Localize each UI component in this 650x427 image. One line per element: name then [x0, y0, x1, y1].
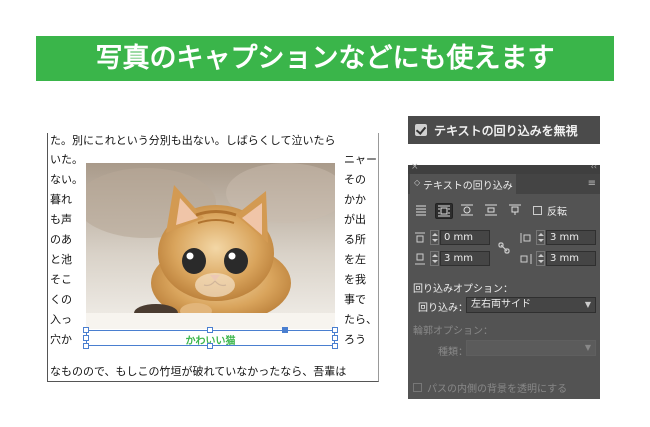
resize-handle[interactable] [207, 343, 213, 349]
invert-checkbox[interactable] [533, 206, 542, 215]
ignore-wrap-option[interactable]: テキストの回り込みを無視 [408, 116, 600, 144]
jump-object-button[interactable] [483, 203, 499, 217]
kitten-photo[interactable] [86, 163, 335, 329]
doc-right-line: その [344, 173, 366, 186]
contour-options-label: 輪郭オプション： [413, 326, 493, 337]
chevron-down-icon: ▼ [584, 300, 591, 309]
ignore-wrap-label: テキストの回り込みを無視 [434, 124, 578, 138]
doc-right-line: ろう [344, 333, 366, 346]
doc-left-line: 入っ [50, 313, 72, 326]
top-offset-stepper[interactable] [430, 230, 439, 245]
resize-handle[interactable] [83, 327, 89, 333]
wrap-bounding-box-button[interactable] [435, 203, 453, 219]
include-inside-edges-label: パスの内側の背景を透明にする [427, 384, 568, 395]
wrap-to-select[interactable]: 左右両サイド ▼ [466, 297, 596, 313]
right-offset-field[interactable]: 3 mm [546, 251, 596, 266]
top-offset-icon [415, 232, 425, 243]
doc-right-line: を我 [344, 273, 366, 286]
doc-right-line: 事で [344, 293, 366, 306]
type-label: 種類： [438, 347, 468, 358]
doc-left-line: 暮れ [50, 193, 72, 206]
resize-handle[interactable] [332, 343, 338, 349]
doc-left-line: も声 [50, 213, 72, 226]
wrap-to-label: 回り込み： [418, 303, 468, 314]
bottom-offset-stepper[interactable] [430, 251, 439, 266]
doc-bottom-line: なものので、もしこの竹垣が破れていなかったなら、吾輩は [50, 365, 347, 378]
selection-handle[interactable] [282, 327, 288, 333]
panel-tab-row: ◇ テキストの回り込み ≡ [408, 174, 600, 194]
doc-right-line: が出 [344, 213, 366, 226]
doc-left-line: と池 [50, 253, 72, 266]
left-offset-field[interactable]: 3 mm [546, 230, 596, 245]
doc-right-line: を左 [344, 253, 366, 266]
doc-right-line: ニャー [344, 153, 377, 166]
tab-expand-icon[interactable]: ◇ [414, 178, 420, 187]
link-offsets-icon[interactable] [498, 242, 510, 254]
resize-handle[interactable] [83, 335, 89, 341]
tab-text-wrap[interactable]: ◇ テキストの回り込み [410, 174, 516, 194]
wrap-to-value: 左右両サイド [471, 299, 531, 310]
tab-label: テキストの回り込み [423, 181, 513, 192]
right-offset-stepper[interactable] [536, 251, 545, 266]
title-banner: 写真のキャプションなどにも使えます [36, 36, 614, 81]
wrap-object-shape-button[interactable] [459, 203, 475, 217]
doc-top-line: た。別にこれという分別も出ない。しばらくして泣いたら [50, 134, 336, 147]
resize-handle[interactable] [207, 327, 213, 333]
banner-title: 写真のキャプションなどにも使えます [95, 43, 555, 74]
close-icon[interactable]: × [411, 162, 419, 172]
bottom-offset-icon [415, 253, 425, 265]
left-offset-stepper[interactable] [536, 230, 545, 245]
panel-menu-icon[interactable]: ≡ [588, 178, 596, 189]
doc-left-line: ない。 [50, 173, 83, 186]
right-offset-icon [520, 254, 532, 264]
doc-left-line: くの [50, 293, 72, 306]
doc-left-line: いた。 [50, 153, 83, 166]
left-offset-icon [520, 233, 531, 243]
doc-right-line: たら、 [344, 313, 377, 326]
chevron-down-icon: ▼ [584, 343, 591, 352]
include-inside-edges-checkbox[interactable] [413, 383, 422, 392]
bottom-offset-field[interactable]: 3 mm [440, 251, 490, 266]
doc-left-line: そこ [50, 273, 72, 286]
no-wrap-button[interactable] [413, 203, 429, 217]
doc-left-line: 穴か [50, 333, 72, 346]
doc-right-line: かか [344, 193, 366, 206]
ignore-wrap-checkbox[interactable] [415, 124, 427, 136]
text-wrap-panel: × ‹‹ ◇ テキストの回り込み ≡ 反転 0 mm 3 mm 3 mm 3 m… [408, 162, 600, 399]
doc-left-line: のあ [50, 233, 72, 246]
collapse-icon[interactable]: ‹‹ [591, 162, 597, 171]
doc-right-line: る所 [344, 233, 366, 246]
invert-label: 反転 [547, 207, 567, 218]
wrap-options-label: 回り込みオプション： [413, 284, 513, 295]
top-offset-field[interactable]: 0 mm [440, 230, 490, 245]
jump-to-next-column-button[interactable] [507, 203, 523, 217]
resize-handle[interactable] [332, 335, 338, 341]
contour-type-select[interactable]: ▼ [466, 340, 596, 356]
resize-handle[interactable] [332, 327, 338, 333]
resize-handle[interactable] [83, 343, 89, 349]
panel-titlebar[interactable]: × ‹‹ [408, 162, 600, 174]
